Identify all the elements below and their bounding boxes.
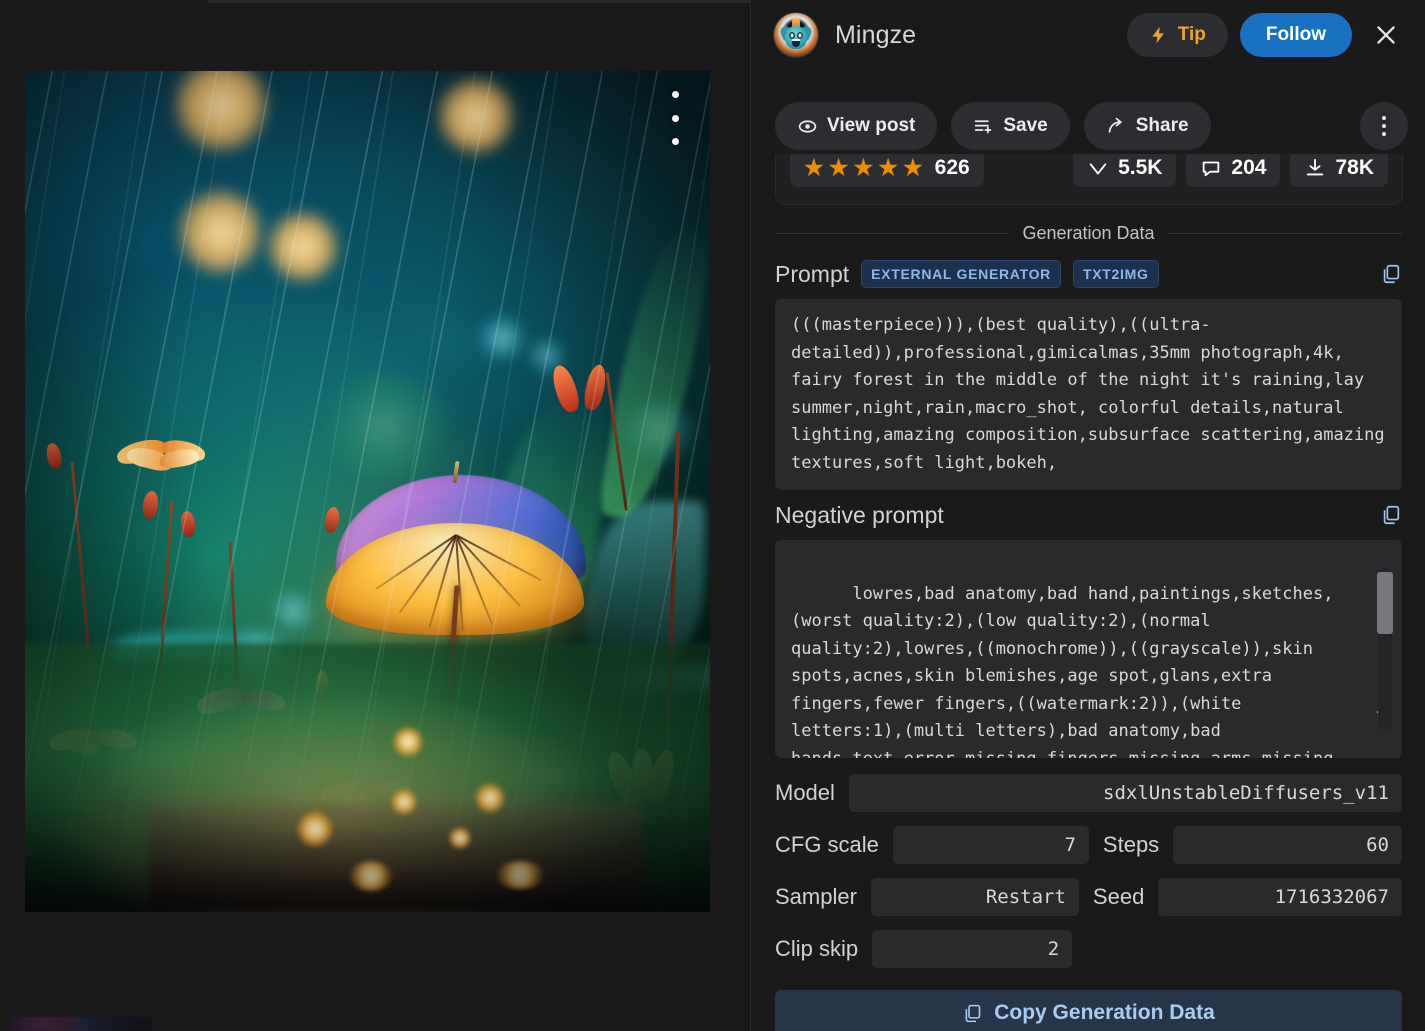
download-count: 78K (1335, 156, 1374, 180)
stage-top-strip (208, 0, 750, 3)
follow-label: Follow (1266, 24, 1326, 46)
param-key-clip-skip: Clip skip (775, 936, 858, 962)
param-key-model: Model (775, 780, 835, 806)
download-chip[interactable]: 78K (1290, 149, 1388, 187)
copy-generation-data-button[interactable]: Copy Generation Data (775, 990, 1402, 1031)
negative-prompt-label: Negative prompt (775, 502, 944, 529)
action-bar: View post Save Share (751, 98, 1425, 154)
follow-button[interactable]: Follow (1240, 13, 1352, 57)
scrollbar-thumb[interactable] (1377, 572, 1393, 634)
lightning-bolt-icon (1149, 25, 1169, 45)
copy-negative-prompt-icon[interactable] (1380, 504, 1402, 526)
star-icon: ★ (829, 157, 849, 179)
username[interactable]: Mingze (835, 21, 916, 50)
generated-image[interactable] (25, 71, 710, 912)
badge-external-generator: EXTERNAL GENERATOR (861, 260, 1061, 288)
playlist-add-icon (973, 116, 994, 137)
stats-right-group: 5.5K 204 78K (1073, 149, 1388, 187)
view-post-label: View post (827, 115, 915, 137)
prompt-label: Prompt (775, 261, 849, 288)
param-key-cfg-scale: CFG scale (775, 832, 879, 858)
prompt-textbox[interactable]: (((masterpiece))),(best quality),((ultra… (775, 299, 1402, 490)
vignette (25, 71, 710, 912)
prompt-header: Prompt EXTERNAL GENERATOR TXT2IMG (751, 257, 1425, 291)
thumbnail-strip[interactable] (10, 1017, 152, 1031)
negative-prompt-scrollbar[interactable] (1374, 546, 1396, 752)
param-key-steps: Steps (1103, 832, 1159, 858)
detail-panel: ★ ★ ★ ★ ★ 626 5.5K 204 (750, 0, 1425, 1031)
param-row-cfg-steps: CFG scale 7 Steps 60 (775, 826, 1402, 864)
param-key-sampler: Sampler (775, 884, 857, 910)
star-icon: ★ (853, 157, 873, 179)
param-row-sampler-seed: Sampler Restart Seed 1716332067 (775, 878, 1402, 916)
tip-button[interactable]: Tip (1127, 13, 1228, 57)
image-stage (0, 0, 750, 1031)
copy-icon (962, 1003, 983, 1024)
rating-count: 626 (935, 156, 970, 180)
negative-prompt-header: Negative prompt (751, 498, 1425, 532)
param-value-seed[interactable]: 1716332067 (1158, 878, 1402, 916)
close-icon (1373, 22, 1399, 48)
param-value-steps[interactable]: 60 (1173, 826, 1402, 864)
star-icon: ★ (878, 157, 898, 179)
param-value-model[interactable]: sdxlUnstableDiffusers_v11 (849, 774, 1402, 812)
star-icon: ★ (903, 157, 923, 179)
param-value-cfg-scale[interactable]: 7 (893, 826, 1089, 864)
download-icon (1304, 157, 1326, 179)
parameters-grid: Model sdxlUnstableDiffusers_v11 CFG scal… (751, 758, 1425, 968)
share-arrow-icon (1106, 116, 1127, 137)
tip-label: Tip (1178, 24, 1206, 46)
param-row-model: Model sdxlUnstableDiffusers_v11 (775, 774, 1402, 812)
copy-prompt-icon[interactable] (1380, 263, 1402, 285)
param-key-seed: Seed (1093, 884, 1144, 910)
artwork-canvas (25, 71, 710, 912)
panel-header: Mingze Tip Follow (751, 0, 1425, 70)
rating-chip[interactable]: ★ ★ ★ ★ ★ 626 (790, 149, 984, 187)
star-icon: ★ (804, 157, 824, 179)
like-count: 5.5K (1118, 156, 1162, 180)
heart-icon (1087, 157, 1109, 179)
badge-txt2img: TXT2IMG (1073, 260, 1159, 288)
close-button[interactable] (1364, 13, 1408, 57)
share-label: Share (1136, 115, 1189, 137)
negative-prompt-text: lowres,bad anatomy,bad hand,paintings,sk… (791, 584, 1354, 758)
param-value-clip-skip[interactable]: 2 (872, 930, 1072, 968)
save-label: Save (1003, 115, 1047, 137)
comment-chip[interactable]: 204 (1186, 149, 1280, 187)
share-button[interactable]: Share (1084, 102, 1211, 150)
negative-prompt-textbox[interactable]: lowres,bad anatomy,bad hand,paintings,sk… (775, 540, 1402, 758)
view-post-button[interactable]: View post (775, 102, 937, 150)
comment-count: 204 (1231, 156, 1266, 180)
avatar[interactable] (773, 12, 819, 58)
eye-icon (797, 116, 818, 137)
generation-data-title: Generation Data (1008, 223, 1168, 244)
generation-data-divider: Generation Data (775, 219, 1402, 247)
comment-icon (1200, 157, 1222, 179)
like-chip[interactable]: 5.5K (1073, 149, 1176, 187)
param-row-clip-skip: Clip skip 2 (775, 930, 1402, 968)
param-value-sampler[interactable]: Restart (871, 878, 1079, 916)
image-options-menu-icon[interactable] (662, 91, 688, 145)
copy-generation-data-label: Copy Generation Data (994, 1001, 1215, 1025)
generation-data-section: Generation Data Prompt EXTERNAL GENERATO… (751, 205, 1425, 1031)
save-button[interactable]: Save (951, 102, 1069, 150)
more-options-button[interactable] (1360, 102, 1408, 150)
